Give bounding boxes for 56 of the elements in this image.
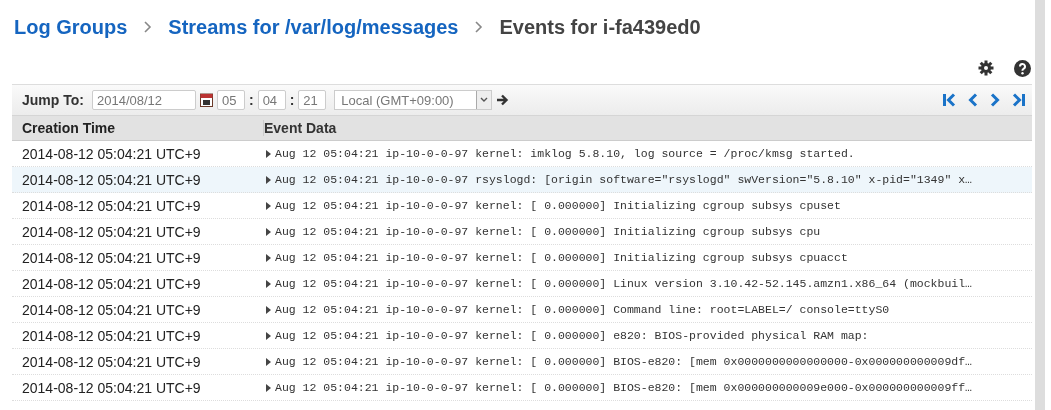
column-header[interactable]: Creation Time <box>12 120 264 136</box>
expand-icon[interactable] <box>266 305 271 314</box>
table-cell: Aug 12 05:04:21 ip-10-0-0-97 kernel: [ 0.000000] BIOS-e820: [mem 0x0000000000000000-0x000000000009df… <box>275 355 972 368</box>
table-cell: Aug 12 05:04:21 ip-10-0-0-97 kernel: [ 0.000000] Linux version 3.10.42-52.145.amzn1.x86_64 (mockbuil… <box>275 277 972 290</box>
expand-icon[interactable] <box>266 279 271 288</box>
table-cell-text: 2014-08-12 05:04:21 UTC+9 <box>21 223 202 240</box>
chevron-icon <box>143 20 153 34</box>
table-cell-text: 2014-08-12 05:04:21 UTC+9 <box>21 171 202 188</box>
table-cell: Aug 12 05:04:21 ip-10-0-0-97 kernel: [ 0.000000] e820: BIOS-provided physical RAM map: <box>275 329 869 342</box>
scrollbar[interactable] <box>1035 0 1045 410</box>
breadcrumb-current: Events for i-fa439ed0 <box>499 15 701 39</box>
last-page-icon[interactable] <box>1012 93 1026 107</box>
expand-icon[interactable] <box>266 357 271 366</box>
chevron-icon <box>474 20 484 34</box>
table-cell-text: 2014-08-12 05:04:21 UTC+9 <box>21 275 202 292</box>
next-page-icon[interactable] <box>990 93 1000 107</box>
table-cell: Aug 12 05:04:21 ip-10-0-0-97 kernel: [ 0.000000] Initializing cgroup subsys cpuacct <box>275 251 848 264</box>
expand-icon[interactable] <box>266 201 271 210</box>
expand-icon[interactable] <box>266 331 271 340</box>
table-cell: Aug 12 05:04:21 ip-10-0-0-97 rsyslogd: [origin software="rsyslogd" swVersion="5.8.10" x-pid="1349" x… <box>275 173 972 186</box>
table-cell-text: 2014-08-12 05:04:21 UTC+9 <box>21 145 202 162</box>
table-cell-text: 2014-08-12 05:04:21 UTC+9 <box>21 379 202 396</box>
caret-icon[interactable] <box>480 97 489 103</box>
arrow-right-icon[interactable] <box>496 94 510 106</box>
help-icon[interactable] <box>1014 59 1031 77</box>
expand-icon[interactable] <box>266 175 271 184</box>
first-page-icon[interactable] <box>942 93 956 107</box>
table-cell-text: 2014-08-12 05:04:21 UTC+9 <box>21 353 202 370</box>
column-header[interactable]: Event Data <box>264 120 337 136</box>
table-cell: Aug 12 05:04:21 ip-10-0-0-97 kernel: [ 0.000000] BIOS-e820: [mem 0x000000000009e000-0x000000000009ff… <box>275 381 972 394</box>
calendar-icon[interactable] <box>199 93 213 107</box>
table-cell-text: 2014-08-12 05:04:21 UTC+9 <box>21 301 202 318</box>
table-cell: Aug 12 05:04:21 ip-10-0-0-97 kernel: imklog 5.8.10, log source = /proc/kmsg started. <box>275 147 855 160</box>
minute-field[interactable]: 04 <box>257 90 286 110</box>
hour-field[interactable]: 05 <box>216 90 245 110</box>
table-cell-text: 2014-08-12 05:04:21 UTC+9 <box>21 249 202 266</box>
expand-icon[interactable] <box>266 227 271 236</box>
table-row[interactable]: 2014-08-12 05:04:21 UTC+9 Aug 12 05:04:21 ip-10-0-0-97 rsyslogd: [origin software="rsyslogd" swVersion="5.8.10" x-pid="1349" x… <box>12 167 1032 193</box>
timezone-dropdown[interactable]: Local (GMT+09:00) <box>334 90 493 110</box>
table-cell-text: 2014-08-12 05:04:21 UTC+9 <box>21 327 202 344</box>
date-field[interactable]: 2014/08/12 <box>91 90 196 110</box>
second-field[interactable]: 21 <box>298 90 327 110</box>
breadcrumb-link[interactable]: Streams for /var/log/messages <box>168 15 459 39</box>
table-cell: Aug 12 05:04:21 ip-10-0-0-97 kernel: [ 0.000000] Command line: root=LABEL=/ console=ttyS0 <box>275 303 890 316</box>
previous-page-icon[interactable] <box>968 93 978 107</box>
table-cell: Aug 12 05:04:21 ip-10-0-0-97 kernel: [ 0.000000] Initializing cgroup subsys cpuset <box>275 199 841 212</box>
expand-icon[interactable] <box>266 253 271 262</box>
colon-separator: : <box>289 92 295 108</box>
expand-icon[interactable] <box>266 383 271 392</box>
colon-separator: : <box>248 92 254 108</box>
breadcrumb-link[interactable]: Log Groups <box>14 15 128 39</box>
settings-icon[interactable] <box>978 60 994 76</box>
table-cell: Aug 12 05:04:21 ip-10-0-0-97 kernel: [ 0.000000] Initializing cgroup subsys cpu <box>275 225 821 238</box>
table-cell-text: 2014-08-12 05:04:21 UTC+9 <box>21 197 202 214</box>
expand-icon[interactable] <box>266 149 271 158</box>
jump-to-label: Jump To: <box>22 92 84 108</box>
